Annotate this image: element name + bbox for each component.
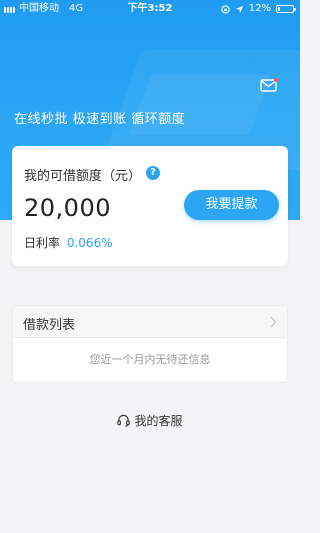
- orientation-lock-icon: [221, 4, 230, 14]
- customer-service-link[interactable]: 我的客服: [0, 412, 300, 429]
- status-bar: 中国移动 4G 下午3:52 12%: [0, 0, 300, 18]
- daily-rate: 日利率 0.066%: [24, 234, 113, 251]
- headset-icon: [117, 414, 131, 427]
- chevron-right-icon: [270, 316, 277, 328]
- slogan-text: 在线秒批 极速到账 循环额度: [14, 112, 186, 127]
- status-right: 12%: [221, 0, 296, 18]
- loan-list-title: 借款列表: [23, 318, 76, 333]
- credit-limit-amount: 20,000: [24, 194, 111, 222]
- credit-limit-title: 我的可借额度（元）: [24, 169, 142, 184]
- loan-app-screen: 中国移动 4G 下午3:52 12% 在线秒批 极速到账 循环额度 我的可借额度…: [0, 0, 300, 533]
- daily-rate-label: 日利率: [24, 236, 61, 250]
- withdraw-button[interactable]: 我要提款: [184, 190, 279, 220]
- battery-percent: 12%: [248, 3, 271, 14]
- loan-list-card: 借款列表 您近一个月内无待还信息: [12, 305, 288, 383]
- loan-list-header[interactable]: 借款列表: [13, 306, 287, 338]
- daily-rate-value: 0.066%: [66, 236, 113, 250]
- battery-icon: [276, 5, 296, 13]
- question-icon[interactable]: ?: [146, 166, 160, 180]
- customer-service-label: 我的客服: [134, 414, 183, 428]
- credit-limit-card: 我的可借额度（元） ? 20,000 日利率 0.066% 我要提款: [12, 146, 288, 266]
- mail-icon[interactable]: [260, 78, 278, 92]
- battery-fill: [278, 7, 280, 11]
- location-icon: [235, 5, 243, 13]
- loan-list-empty-text: 您近一个月内无待还信息: [89, 353, 211, 366]
